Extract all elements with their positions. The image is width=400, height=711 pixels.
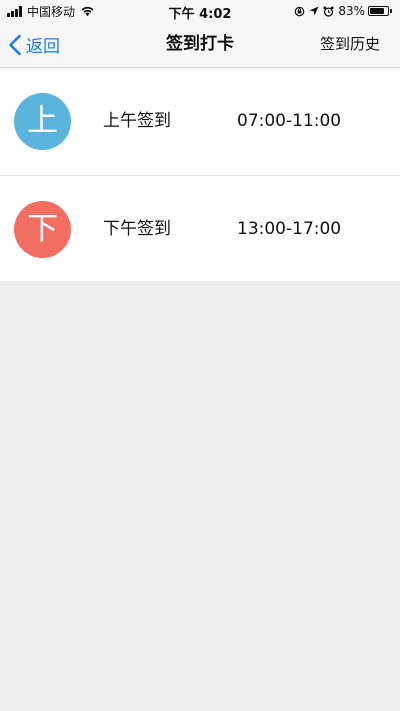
checkin-history-button[interactable]: 签到历史 (320, 22, 380, 67)
afternoon-badge: 下 (14, 201, 71, 258)
location-arrow-icon (309, 6, 319, 16)
checkin-row-morning[interactable]: 上 上午签到 07:00-11:00 (0, 68, 400, 176)
checkin-label: 下午签到 (103, 219, 171, 239)
checkin-list: 上 上午签到 07:00-11:00 下 下午签到 13:00-17:00 (0, 68, 400, 281)
checkin-row-afternoon[interactable]: 下 下午签到 13:00-17:00 (0, 176, 400, 281)
alarm-clock-icon (323, 5, 334, 17)
checkin-label: 上午签到 (103, 111, 171, 131)
orientation-lock-icon (295, 6, 305, 16)
checkin-time-range: 13:00-17:00 (237, 219, 342, 239)
battery-level-fill (370, 8, 385, 14)
battery-icon (368, 6, 389, 16)
battery-tip (390, 9, 392, 13)
morning-badge: 上 (14, 93, 71, 150)
status-bar: 中国移动 下午 4:02 83% (0, 0, 400, 22)
checkin-time-range: 07:00-11:00 (237, 111, 342, 131)
battery-percent: 83% (338, 4, 365, 18)
navigation-bar: 返回 签到打卡 签到历史 (0, 22, 400, 68)
status-right: 83% (290, 3, 392, 19)
